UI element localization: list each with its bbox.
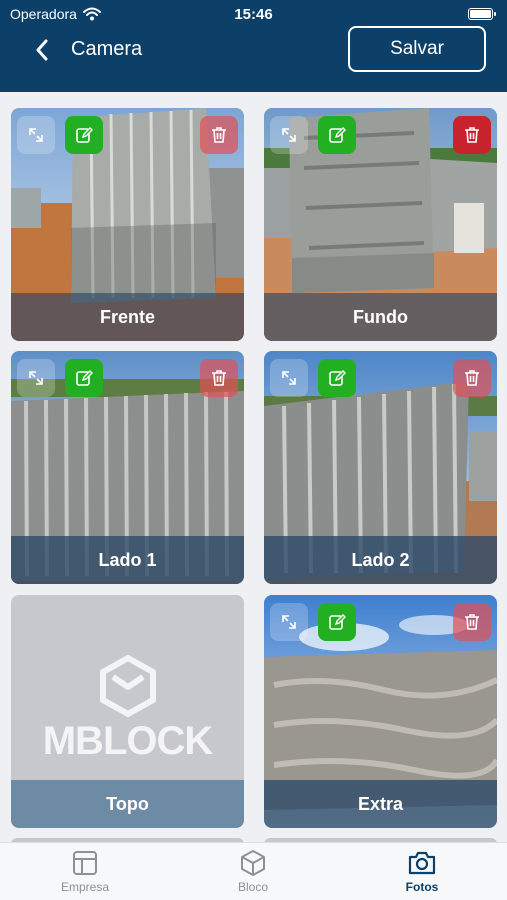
edit-button[interactable]	[318, 603, 356, 641]
edit-icon	[329, 614, 346, 630]
chevron-left-icon	[36, 39, 48, 61]
delete-button[interactable]	[453, 603, 491, 641]
camera-icon	[408, 851, 436, 875]
layout-icon	[73, 851, 97, 875]
expand-icon	[282, 371, 296, 385]
expand-icon	[282, 128, 296, 142]
photo-label: Lado 2	[264, 536, 497, 584]
header-bar: Operadora 15:46 Camera Salvar	[0, 0, 507, 92]
edit-button[interactable]	[65, 359, 103, 397]
delete-button[interactable]	[200, 116, 238, 154]
cube-icon	[241, 850, 265, 876]
photo-label: Extra	[264, 780, 497, 828]
edit-button[interactable]	[318, 116, 356, 154]
expand-button[interactable]	[270, 603, 308, 641]
expand-icon	[282, 615, 296, 629]
delete-button[interactable]	[453, 116, 491, 154]
trash-icon	[465, 127, 479, 143]
tab-empresa[interactable]: Empresa	[25, 849, 145, 894]
trash-icon	[465, 614, 479, 630]
expand-button[interactable]	[17, 359, 55, 397]
tab-bar: Empresa Bloco Fotos	[0, 842, 507, 900]
save-button[interactable]: Salvar	[348, 26, 486, 72]
battery-icon	[468, 8, 496, 20]
back-button[interactable]	[26, 34, 58, 66]
delete-button[interactable]	[200, 359, 238, 397]
tab-bloco[interactable]: Bloco	[193, 849, 313, 894]
expand-button[interactable]	[17, 116, 55, 154]
photo-label: Topo	[11, 780, 244, 828]
photo-card-topo[interactable]: MBLOCK Topo	[11, 595, 244, 828]
expand-button[interactable]	[270, 116, 308, 154]
trash-icon	[212, 127, 226, 143]
edit-icon	[329, 370, 346, 386]
mblock-logo-icon	[99, 655, 156, 717]
edit-button[interactable]	[318, 359, 356, 397]
tab-label: Empresa	[60, 880, 110, 894]
delete-button[interactable]	[453, 359, 491, 397]
photo-label: Frente	[11, 293, 244, 341]
tab-fotos[interactable]: Fotos	[362, 849, 482, 894]
photo-label: Lado 1	[11, 536, 244, 584]
edit-icon	[76, 370, 93, 386]
edit-icon	[76, 127, 93, 143]
photo-card-lado-2[interactable]: Lado 2	[264, 351, 497, 584]
status-time: 15:46	[234, 6, 273, 23]
photo-card-frente[interactable]: Frente	[11, 108, 244, 341]
trash-icon	[465, 370, 479, 386]
photo-card-fundo[interactable]: Fundo	[264, 108, 497, 341]
status-bar: Operadora 15:46	[0, 0, 507, 28]
photo-card-extra[interactable]: Extra	[264, 595, 497, 828]
photo-card-lado-1[interactable]: Lado 1	[11, 351, 244, 584]
edit-icon	[329, 127, 346, 143]
trash-icon	[212, 370, 226, 386]
logo-text: MBLOCK	[42, 719, 214, 763]
expand-button[interactable]	[270, 359, 308, 397]
expand-icon	[29, 371, 43, 385]
tab-label: Bloco	[237, 880, 269, 894]
tab-label: Fotos	[405, 880, 439, 894]
mblock-logo: MBLOCK	[11, 655, 244, 764]
expand-icon	[29, 128, 43, 142]
photo-grid: Frente Fundo Lado 1 Lado 2 MBLOCK Topo E…	[0, 92, 507, 840]
photo-label: Fundo	[264, 293, 497, 341]
page-title: Camera	[71, 38, 143, 60]
edit-button[interactable]	[65, 116, 103, 154]
